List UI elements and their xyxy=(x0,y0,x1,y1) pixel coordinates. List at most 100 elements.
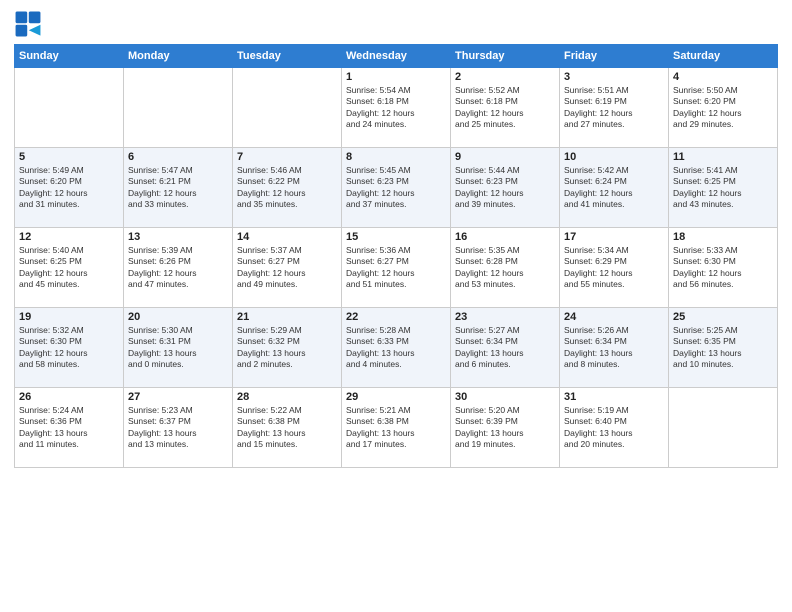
calendar-week-3: 12 Sunrise: 5:40 AM Sunset: 6:25 PM Dayli… xyxy=(15,228,778,308)
day-number: 1 xyxy=(346,71,446,83)
calendar-cell: 4 Sunrise: 5:50 AM Sunset: 6:20 PM Daylig… xyxy=(669,68,778,148)
calendar-body: 1 Sunrise: 5:54 AM Sunset: 6:18 PM Daylig… xyxy=(15,68,778,468)
day-number: 17 xyxy=(564,231,664,243)
logo-icon xyxy=(14,10,42,38)
calendar-header-row: SundayMondayTuesdayWednesdayThursdayFrid… xyxy=(15,45,778,68)
day-number: 11 xyxy=(673,151,773,163)
day-number: 5 xyxy=(19,151,119,163)
calendar-cell: 22Sunrise: 5:28 AM Sunset: 6:33 PM Dayli… xyxy=(342,308,451,388)
day-info: Sunrise: 5:52 AM Sunset: 6:18 PM Dayligh… xyxy=(455,85,555,131)
day-number: 10 xyxy=(564,151,664,163)
day-info: Sunrise: 5:39 AM Sunset: 6:26 PM Dayligh… xyxy=(128,245,228,291)
day-info: Sunrise: 5:36 AM Sunset: 6:27 PM Dayligh… xyxy=(346,245,446,291)
calendar-cell: 13 Sunrise: 5:39 AM Sunset: 6:26 PM Dayli… xyxy=(124,228,233,308)
day-info: Sunrise: 5:33 AM Sunset: 6:30 PM Dayligh… xyxy=(673,245,773,291)
day-number: 23 xyxy=(455,311,555,323)
day-info: Sunrise: 5:26 AM Sunset: 6:34 PM Dayligh… xyxy=(564,325,664,371)
day-number: 9 xyxy=(455,151,555,163)
day-info: Sunrise: 5:23 AM Sunset: 6:37 PM Dayligh… xyxy=(128,405,228,451)
day-info: Sunrise: 5:27 AM Sunset: 6:34 PM Dayligh… xyxy=(455,325,555,371)
day-info: Sunrise: 5:51 AM Sunset: 6:19 PM Dayligh… xyxy=(564,85,664,131)
day-number: 29 xyxy=(346,391,446,403)
day-number: 24 xyxy=(564,311,664,323)
day-number: 12 xyxy=(19,231,119,243)
calendar-cell: 7 Sunrise: 5:46 AM Sunset: 6:22 PM Daylig… xyxy=(233,148,342,228)
day-info: Sunrise: 5:45 AM Sunset: 6:23 PM Dayligh… xyxy=(346,165,446,211)
day-info: Sunrise: 5:54 AM Sunset: 6:18 PM Dayligh… xyxy=(346,85,446,131)
calendar-week-5: 26Sunrise: 5:24 AM Sunset: 6:36 PM Dayli… xyxy=(15,388,778,468)
day-info: Sunrise: 5:30 AM Sunset: 6:31 PM Dayligh… xyxy=(128,325,228,371)
calendar-cell: 12 Sunrise: 5:40 AM Sunset: 6:25 PM Dayli… xyxy=(15,228,124,308)
day-number: 16 xyxy=(455,231,555,243)
calendar-weekday-friday: Friday xyxy=(560,45,669,68)
calendar-cell: 6 Sunrise: 5:47 AM Sunset: 6:21 PM Daylig… xyxy=(124,148,233,228)
day-info: Sunrise: 5:28 AM Sunset: 6:33 PM Dayligh… xyxy=(346,325,446,371)
calendar-cell: 30 Sunrise: 5:20 AM Sunset: 6:39 PM Dayli… xyxy=(451,388,560,468)
logo xyxy=(14,10,44,38)
calendar-cell: 2 Sunrise: 5:52 AM Sunset: 6:18 PM Daylig… xyxy=(451,68,560,148)
day-number: 14 xyxy=(237,231,337,243)
calendar-cell: 3Sunrise: 5:51 AM Sunset: 6:19 PM Daylig… xyxy=(560,68,669,148)
day-info: Sunrise: 5:19 AM Sunset: 6:40 PM Dayligh… xyxy=(564,405,664,451)
day-info: Sunrise: 5:22 AM Sunset: 6:38 PM Dayligh… xyxy=(237,405,337,451)
calendar-weekday-monday: Monday xyxy=(124,45,233,68)
day-info: Sunrise: 5:49 AM Sunset: 6:20 PM Dayligh… xyxy=(19,165,119,211)
day-info: Sunrise: 5:24 AM Sunset: 6:36 PM Dayligh… xyxy=(19,405,119,451)
day-info: Sunrise: 5:46 AM Sunset: 6:22 PM Dayligh… xyxy=(237,165,337,211)
day-number: 4 xyxy=(673,71,773,83)
calendar-cell xyxy=(124,68,233,148)
calendar-cell: 9 Sunrise: 5:44 AM Sunset: 6:23 PM Daylig… xyxy=(451,148,560,228)
calendar-weekday-wednesday: Wednesday xyxy=(342,45,451,68)
calendar-cell: 15 Sunrise: 5:36 AM Sunset: 6:27 PM Dayli… xyxy=(342,228,451,308)
calendar-cell: 31 Sunrise: 5:19 AM Sunset: 6:40 PM Dayli… xyxy=(560,388,669,468)
calendar-cell: 14 Sunrise: 5:37 AM Sunset: 6:27 PM Dayli… xyxy=(233,228,342,308)
day-info: Sunrise: 5:41 AM Sunset: 6:25 PM Dayligh… xyxy=(673,165,773,211)
day-info: Sunrise: 5:50 AM Sunset: 6:20 PM Dayligh… xyxy=(673,85,773,131)
calendar-cell: 24 Sunrise: 5:26 AM Sunset: 6:34 PM Dayli… xyxy=(560,308,669,388)
day-number: 15 xyxy=(346,231,446,243)
calendar-cell: 11 Sunrise: 5:41 AM Sunset: 6:25 PM Dayli… xyxy=(669,148,778,228)
day-info: Sunrise: 5:44 AM Sunset: 6:23 PM Dayligh… xyxy=(455,165,555,211)
day-info: Sunrise: 5:37 AM Sunset: 6:27 PM Dayligh… xyxy=(237,245,337,291)
day-info: Sunrise: 5:20 AM Sunset: 6:39 PM Dayligh… xyxy=(455,405,555,451)
day-info: Sunrise: 5:47 AM Sunset: 6:21 PM Dayligh… xyxy=(128,165,228,211)
day-number: 25 xyxy=(673,311,773,323)
calendar-cell: 16Sunrise: 5:35 AM Sunset: 6:28 PM Dayli… xyxy=(451,228,560,308)
calendar-cell: 21Sunrise: 5:29 AM Sunset: 6:32 PM Dayli… xyxy=(233,308,342,388)
day-info: Sunrise: 5:42 AM Sunset: 6:24 PM Dayligh… xyxy=(564,165,664,211)
day-info: Sunrise: 5:40 AM Sunset: 6:25 PM Dayligh… xyxy=(19,245,119,291)
day-number: 31 xyxy=(564,391,664,403)
calendar-cell: 10 Sunrise: 5:42 AM Sunset: 6:24 PM Dayli… xyxy=(560,148,669,228)
day-number: 18 xyxy=(673,231,773,243)
day-number: 6 xyxy=(128,151,228,163)
day-number: 20 xyxy=(128,311,228,323)
calendar-weekday-saturday: Saturday xyxy=(669,45,778,68)
calendar-cell: 19Sunrise: 5:32 AM Sunset: 6:30 PM Dayli… xyxy=(15,308,124,388)
calendar-cell: 18 Sunrise: 5:33 AM Sunset: 6:30 PM Dayli… xyxy=(669,228,778,308)
day-info: Sunrise: 5:21 AM Sunset: 6:38 PM Dayligh… xyxy=(346,405,446,451)
calendar: SundayMondayTuesdayWednesdayThursdayFrid… xyxy=(14,44,778,468)
calendar-week-4: 19Sunrise: 5:32 AM Sunset: 6:30 PM Dayli… xyxy=(15,308,778,388)
day-info: Sunrise: 5:25 AM Sunset: 6:35 PM Dayligh… xyxy=(673,325,773,371)
calendar-week-1: 1 Sunrise: 5:54 AM Sunset: 6:18 PM Daylig… xyxy=(15,68,778,148)
calendar-cell: 8 Sunrise: 5:45 AM Sunset: 6:23 PM Daylig… xyxy=(342,148,451,228)
day-number: 27 xyxy=(128,391,228,403)
day-number: 8 xyxy=(346,151,446,163)
calendar-cell xyxy=(15,68,124,148)
calendar-cell: 26Sunrise: 5:24 AM Sunset: 6:36 PM Dayli… xyxy=(15,388,124,468)
calendar-cell xyxy=(669,388,778,468)
calendar-weekday-sunday: Sunday xyxy=(15,45,124,68)
day-number: 30 xyxy=(455,391,555,403)
day-number: 2 xyxy=(455,71,555,83)
day-number: 19 xyxy=(19,311,119,323)
calendar-cell: 29 Sunrise: 5:21 AM Sunset: 6:38 PM Dayli… xyxy=(342,388,451,468)
day-number: 21 xyxy=(237,311,337,323)
day-info: Sunrise: 5:34 AM Sunset: 6:29 PM Dayligh… xyxy=(564,245,664,291)
header xyxy=(14,10,778,38)
calendar-cell: 23 Sunrise: 5:27 AM Sunset: 6:34 PM Dayli… xyxy=(451,308,560,388)
day-number: 13 xyxy=(128,231,228,243)
page: SundayMondayTuesdayWednesdayThursdayFrid… xyxy=(0,0,792,612)
calendar-week-2: 5 Sunrise: 5:49 AM Sunset: 6:20 PM Daylig… xyxy=(15,148,778,228)
day-number: 7 xyxy=(237,151,337,163)
calendar-cell: 1 Sunrise: 5:54 AM Sunset: 6:18 PM Daylig… xyxy=(342,68,451,148)
